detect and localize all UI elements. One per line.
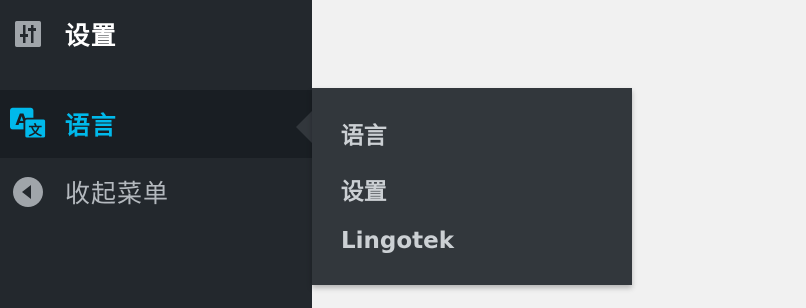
flyout-pointer (296, 111, 312, 143)
sidebar-item-label: 设置 (65, 21, 118, 50)
sidebar-item-settings[interactable]: 设置 (0, 0, 312, 68)
sidebar-item-label: 收起菜单 (65, 179, 170, 208)
sidebar-item-language[interactable]: A 文 语言 (0, 90, 312, 158)
language-submenu-flyout: 语言 设置 Lingotek (312, 88, 632, 285)
sliders-icon (10, 16, 46, 52)
sidebar-item-label: 语言 (65, 111, 118, 140)
submenu-item-settings[interactable]: 设置 (341, 172, 387, 206)
translate-icon: A 文 (10, 106, 46, 142)
svg-text:文: 文 (28, 122, 42, 139)
submenu-item-languages[interactable]: 语言 (341, 116, 387, 150)
admin-sidebar: 设置 A 文 语言 收起菜单 (0, 0, 312, 308)
collapse-arrow-icon (10, 174, 46, 210)
submenu-item-lingotek[interactable]: Lingotek (341, 228, 454, 254)
collapse-menu-button[interactable]: 收起菜单 (0, 158, 312, 226)
